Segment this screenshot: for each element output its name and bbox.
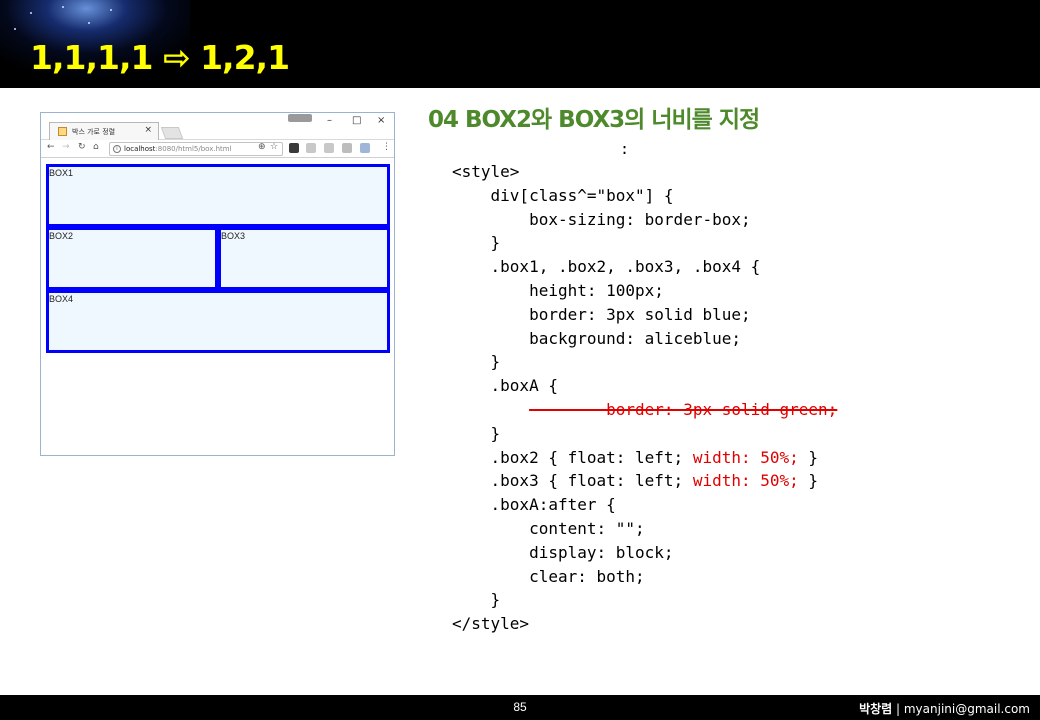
code-line: <style> bbox=[452, 162, 520, 181]
star-decoration bbox=[110, 9, 112, 11]
box2-label: BOX2 bbox=[49, 231, 74, 241]
url-path: :8080/html5/box.html bbox=[155, 145, 232, 153]
author-credit: 박창렴 | myanjini@gmail.com bbox=[859, 700, 1030, 717]
slide-header: 1,1,1,1 ⇨ 1,2,1 bbox=[0, 0, 1040, 88]
slide-footer: 85 박창렴 | myanjini@gmail.com bbox=[0, 695, 1040, 720]
extension-icon[interactable] bbox=[289, 143, 299, 153]
highlighted-code: width: 50%; bbox=[692, 447, 799, 467]
url-host: localhost bbox=[124, 145, 156, 153]
code-line: } bbox=[452, 423, 501, 443]
code-line: height: 100px; bbox=[452, 280, 664, 300]
code-line: } bbox=[452, 352, 501, 372]
minimize-icon[interactable]: – bbox=[327, 115, 332, 126]
tab-title: 박스 가로 정렬 bbox=[72, 128, 116, 136]
code-line: .box2 { float: left; width: 50%; } bbox=[452, 447, 819, 467]
star-decoration bbox=[62, 6, 64, 8]
close-window-icon[interactable]: × bbox=[377, 115, 385, 126]
code-line: .box3 { float: left; width: 50%; } bbox=[452, 471, 819, 491]
back-arrow-icon[interactable]: ← bbox=[47, 142, 55, 152]
code-block: <style> div[class^="box"] { box-sizing: … bbox=[452, 160, 837, 636]
browser-screenshot: 박스 가로 정렬 × – □ × ← → ↻ ⌂ i localhost:808… bbox=[40, 112, 395, 456]
close-icon[interactable]: × bbox=[144, 125, 152, 135]
highlighted-code: width: 50%; bbox=[692, 471, 799, 491]
page-number: 85 bbox=[513, 700, 527, 714]
author-name: 박창렴 bbox=[859, 702, 893, 716]
bookmark-star-icon[interactable]: ☆ bbox=[270, 142, 278, 152]
menu-dots-icon[interactable]: ⋮ bbox=[382, 142, 391, 152]
code-line: box-sizing: border-box; bbox=[452, 209, 751, 229]
box3-label: BOX3 bbox=[221, 231, 246, 241]
code-line: } bbox=[452, 590, 501, 610]
box4-label: BOX4 bbox=[49, 294, 74, 304]
reload-icon[interactable]: ↻ bbox=[78, 142, 86, 152]
code-line: div[class^="box"] { bbox=[452, 185, 674, 205]
extension-icon[interactable] bbox=[306, 143, 316, 153]
code-line-struck: border: 3px solid green; bbox=[452, 398, 837, 422]
box2-demo: BOX2 bbox=[46, 227, 218, 290]
box1-demo: BOX1 bbox=[46, 164, 390, 227]
extension-icon[interactable] bbox=[360, 143, 370, 153]
home-icon[interactable]: ⌂ bbox=[93, 142, 99, 152]
struck-code: border: 3px solid green; bbox=[529, 399, 838, 419]
box4-demo: BOX4 bbox=[46, 290, 390, 353]
star-decoration bbox=[30, 12, 32, 14]
section-title: 04 BOX2와 BOX3의 너비를 지정 bbox=[428, 107, 760, 133]
zoom-icon[interactable]: ⊕ bbox=[258, 142, 266, 152]
slide-title: 1,1,1,1 ⇨ 1,2,1 bbox=[30, 38, 290, 77]
author-email: myanjini@gmail.com bbox=[903, 702, 1030, 716]
browser-toolbar: ← → ↻ ⌂ i localhost:8080/html5/box.html … bbox=[41, 141, 394, 158]
extension-icon[interactable] bbox=[324, 143, 334, 153]
code-line: } bbox=[452, 233, 501, 253]
box3-demo: BOX3 bbox=[218, 227, 390, 290]
browser-viewport: BOX1 BOX2 BOX3 BOX4 bbox=[41, 159, 394, 455]
browser-tab[interactable]: 박스 가로 정렬 × bbox=[49, 122, 159, 140]
code-line: border: 3px solid blue; bbox=[452, 304, 751, 324]
star-decoration bbox=[14, 28, 16, 30]
credit-separator: | bbox=[892, 702, 904, 716]
code-line: display: block; bbox=[452, 542, 674, 562]
code-line: background: aliceblue; bbox=[452, 328, 741, 348]
address-bar[interactable]: i localhost:8080/html5/box.html bbox=[109, 142, 283, 156]
forward-arrow-icon[interactable]: → bbox=[62, 142, 70, 152]
star-decoration bbox=[88, 22, 90, 24]
code-line: </style> bbox=[452, 614, 530, 634]
maximize-icon[interactable]: □ bbox=[352, 115, 361, 126]
profile-badge[interactable] bbox=[288, 114, 312, 122]
code-line: .box1, .box2, .box3, .box4 { bbox=[452, 257, 761, 277]
code-line: content: ""; bbox=[452, 518, 645, 538]
favicon-icon bbox=[58, 127, 67, 136]
code-line: .boxA { bbox=[452, 376, 558, 396]
box1-label: BOX1 bbox=[49, 168, 74, 178]
browser-tabstrip: 박스 가로 정렬 × – □ × bbox=[41, 113, 394, 140]
new-tab-button[interactable] bbox=[160, 127, 184, 139]
info-icon: i bbox=[113, 145, 121, 153]
code-line: clear: both; bbox=[452, 566, 645, 586]
code-colon: : bbox=[620, 140, 630, 158]
code-line: .boxA:after { bbox=[452, 495, 616, 515]
extension-icon[interactable] bbox=[342, 143, 352, 153]
